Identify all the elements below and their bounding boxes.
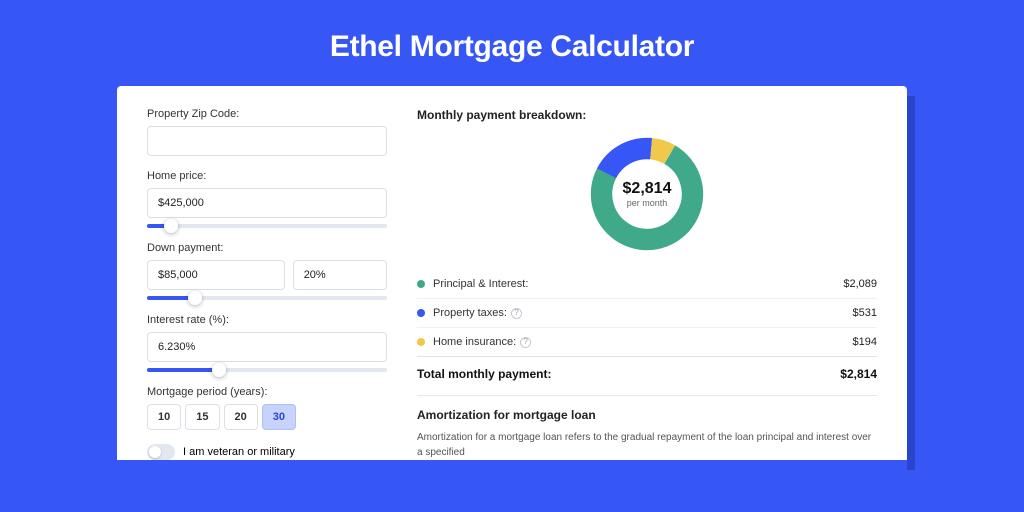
period-buttons: 10152030 [147, 404, 387, 430]
veteran-toggle[interactable] [147, 444, 175, 460]
down-payment-group: Down payment: [147, 242, 387, 300]
zip-input[interactable] [147, 126, 387, 156]
legend-row: Property taxes:?$531 [417, 299, 877, 328]
down-payment-label: Down payment: [147, 242, 387, 254]
period-button-15[interactable]: 15 [185, 404, 219, 430]
period-button-20[interactable]: 20 [224, 404, 258, 430]
donut-center: $2,814 per month [623, 180, 672, 208]
zip-label: Property Zip Code: [147, 108, 387, 120]
amortization-title: Amortization for mortgage loan [417, 408, 877, 422]
card-shadow [907, 96, 915, 470]
home-price-slider-knob[interactable] [164, 219, 178, 233]
legend-value: $2,089 [843, 278, 877, 290]
down-payment-slider-knob[interactable] [188, 291, 202, 305]
home-price-slider[interactable] [147, 224, 387, 228]
interest-input[interactable] [147, 332, 387, 362]
interest-slider-fill [147, 368, 219, 372]
help-icon[interactable]: ? [520, 337, 531, 348]
home-price-group: Home price: [147, 170, 387, 228]
interest-group: Interest rate (%): [147, 314, 387, 372]
home-price-label: Home price: [147, 170, 387, 182]
total-row: Total monthly payment: $2,814 [417, 357, 877, 395]
interest-slider[interactable] [147, 368, 387, 372]
donut-total: $2,814 [623, 180, 672, 198]
total-value: $2,814 [840, 367, 877, 381]
legend-row: Principal & Interest:$2,089 [417, 270, 877, 299]
legend-dot-icon [417, 338, 425, 346]
breakdown-panel: Monthly payment breakdown: $2,814 per mo… [417, 108, 877, 460]
interest-slider-knob[interactable] [212, 363, 226, 377]
total-label: Total monthly payment: [417, 367, 551, 381]
veteran-label: I am veteran or military [183, 446, 295, 458]
calculator-card: Property Zip Code: Home price: Down paym… [117, 86, 907, 460]
help-icon[interactable]: ? [511, 308, 522, 319]
period-button-30[interactable]: 30 [262, 404, 296, 430]
legend-value: $531 [853, 307, 877, 319]
page-title: Ethel Mortgage Calculator [0, 0, 1024, 86]
period-group: Mortgage period (years): 10152030 [147, 386, 387, 430]
legend-row: Home insurance:?$194 [417, 328, 877, 357]
period-button-10[interactable]: 10 [147, 404, 181, 430]
inputs-panel: Property Zip Code: Home price: Down paym… [147, 108, 387, 460]
legend: Principal & Interest:$2,089Property taxe… [417, 270, 877, 357]
divider [417, 395, 877, 396]
legend-dot-icon [417, 309, 425, 317]
veteran-row: I am veteran or military [147, 444, 387, 460]
legend-label: Property taxes:? [433, 307, 853, 319]
legend-label: Home insurance:? [433, 336, 853, 348]
zip-group: Property Zip Code: [147, 108, 387, 156]
interest-label: Interest rate (%): [147, 314, 387, 326]
down-payment-input[interactable] [147, 260, 285, 290]
home-price-input[interactable] [147, 188, 387, 218]
donut-sublabel: per month [623, 198, 672, 208]
breakdown-title: Monthly payment breakdown: [417, 108, 877, 122]
legend-label: Principal & Interest: [433, 278, 843, 290]
donut-chart: $2,814 per month [587, 134, 707, 254]
legend-dot-icon [417, 280, 425, 288]
legend-value: $194 [853, 336, 877, 348]
period-label: Mortgage period (years): [147, 386, 387, 398]
donut-wrap: $2,814 per month [417, 134, 877, 254]
down-payment-pct-input[interactable] [293, 260, 387, 290]
down-payment-slider[interactable] [147, 296, 387, 300]
amortization-text: Amortization for a mortgage loan refers … [417, 430, 877, 460]
